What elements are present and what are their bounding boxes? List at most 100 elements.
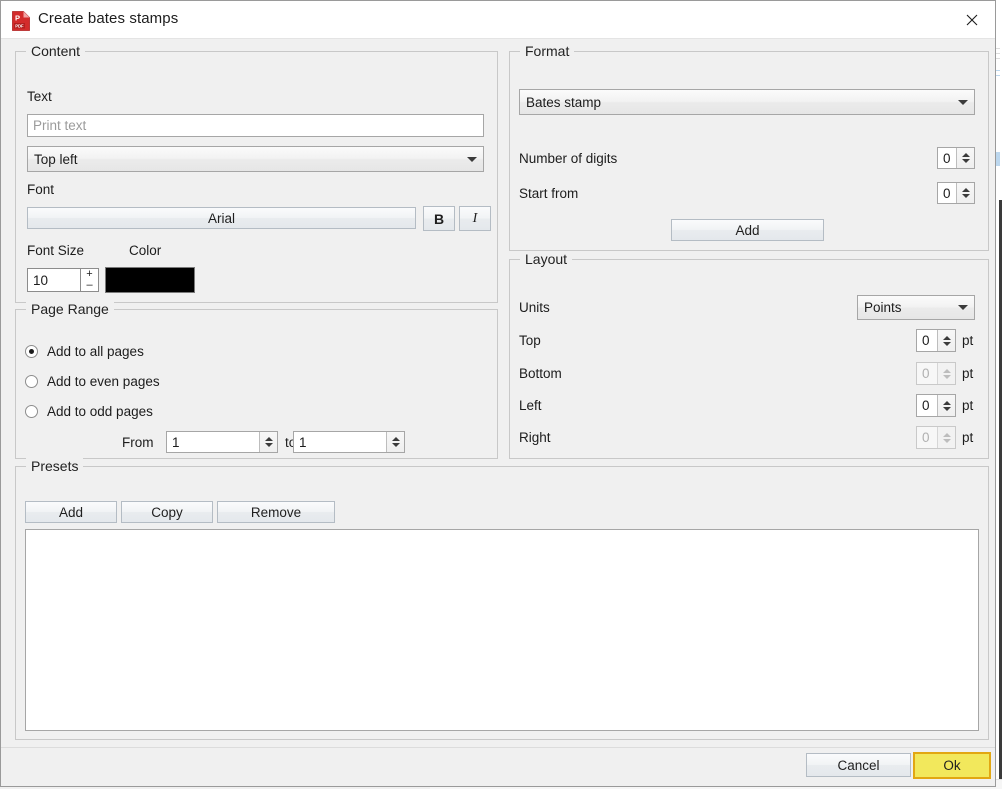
stepper-up-icon[interactable] (942, 400, 951, 405)
cancel-button[interactable]: Cancel (806, 753, 911, 777)
preset-copy-button[interactable]: Copy (121, 501, 213, 523)
number-of-digits-label: Number of digits (519, 151, 618, 166)
margin-left-unit: pt (962, 398, 974, 413)
margin-bottom-stepper[interactable]: 0 (916, 362, 956, 385)
font-size-stepper[interactable]: 10 + – (27, 268, 99, 292)
preset-remove-button-label: Remove (250, 504, 302, 520)
start-from-value: 0 (938, 183, 956, 203)
page-range-group: Page Range Add to all pages Add to even … (15, 301, 498, 459)
pdf-document-icon: P PDF (12, 11, 30, 31)
dialog-titlebar: P PDF Create bates stamps (1, 1, 995, 39)
color-label: Color (129, 243, 162, 258)
stamp-position-combo[interactable]: Top left (27, 146, 484, 172)
radio-add-to-odd-pages[interactable]: Add to odd pages (25, 404, 153, 419)
stepper-up-icon[interactable] (391, 437, 400, 441)
format-add-button[interactable]: Add (671, 219, 824, 241)
margin-bottom-stepper-buttons[interactable] (937, 363, 955, 384)
bold-button[interactable]: B (423, 206, 455, 231)
preset-add-button[interactable]: Add (25, 501, 117, 523)
stepper-up-icon[interactable] (961, 188, 970, 192)
margin-left-stepper-buttons[interactable] (937, 395, 955, 416)
margin-right-stepper-buttons[interactable] (937, 427, 955, 448)
stepper-down-icon[interactable] (942, 406, 951, 411)
stepper-down-icon[interactable] (391, 443, 400, 447)
stamp-position-value: Top left (34, 151, 78, 167)
number-of-digits-stepper-buttons[interactable] (956, 148, 974, 168)
margin-bottom-label: Bottom (519, 366, 562, 381)
stepper-down-icon[interactable] (942, 374, 951, 379)
margin-top-stepper-buttons[interactable] (937, 330, 955, 351)
stepper-down-icon[interactable] (942, 438, 951, 443)
content-group: Content Text Top left Font Arial B I Fon… (15, 43, 498, 303)
units-label: Units (519, 300, 550, 315)
font-label: Font (27, 182, 55, 197)
radio-label: Add to even pages (47, 374, 160, 389)
stepper-down-icon[interactable] (961, 159, 970, 163)
font-picker-value: Arial (207, 210, 235, 226)
svg-text:P: P (15, 14, 20, 23)
margin-right-value: 0 (917, 427, 937, 448)
number-of-digits-stepper[interactable]: 0 (937, 147, 975, 169)
margin-right-unit: pt (962, 430, 974, 445)
content-group-legend: Content (26, 43, 86, 59)
margin-left-value: 0 (917, 395, 937, 416)
stepper-up-icon[interactable] (942, 368, 951, 373)
page-to-stepper[interactable]: 1 (293, 431, 405, 453)
page-to-stepper-buttons[interactable] (386, 432, 404, 452)
page-from-stepper[interactable]: 1 (166, 431, 278, 453)
stepper-up-icon[interactable] (264, 437, 273, 441)
margin-left-label: Left (519, 398, 542, 413)
preset-remove-button[interactable]: Remove (217, 501, 335, 523)
from-label: From (122, 435, 154, 450)
stepper-down-icon[interactable] (961, 194, 970, 198)
margin-left-stepper[interactable]: 0 (916, 394, 956, 417)
chevron-down-icon (952, 99, 974, 105)
preset-add-button-label: Add (58, 504, 84, 520)
font-size-decrement-icon[interactable]: – (81, 280, 98, 291)
stepper-up-icon[interactable] (942, 432, 951, 437)
print-text-input[interactable] (27, 114, 484, 137)
close-icon[interactable] (949, 1, 995, 38)
radio-indicator (25, 405, 38, 418)
font-size-label: Font Size (27, 243, 85, 258)
radio-add-to-all-pages[interactable]: Add to all pages (25, 344, 144, 359)
ok-button[interactable]: Ok (913, 752, 991, 779)
units-combo[interactable]: Points (857, 295, 975, 320)
margin-top-label: Top (519, 333, 541, 348)
units-value: Points (864, 300, 902, 315)
number-of-digits-value: 0 (938, 148, 956, 168)
margin-bottom-unit: pt (962, 366, 974, 381)
page-to-value: 1 (294, 432, 386, 452)
stepper-down-icon[interactable] (264, 443, 273, 447)
radio-add-to-even-pages[interactable]: Add to even pages (25, 374, 160, 389)
ok-button-label: Ok (943, 758, 961, 773)
radio-indicator (25, 375, 38, 388)
italic-button-label: I (472, 210, 478, 226)
presets-list[interactable] (25, 529, 979, 731)
margin-right-stepper[interactable]: 0 (916, 426, 956, 449)
text-label: Text (27, 89, 52, 104)
stepper-down-icon[interactable] (942, 341, 951, 346)
font-picker-button[interactable]: Arial (27, 207, 416, 229)
start-from-stepper[interactable]: 0 (937, 182, 975, 204)
chevron-down-icon (952, 305, 974, 310)
stamp-format-combo[interactable]: Bates stamp (519, 89, 975, 115)
start-from-stepper-buttons[interactable] (956, 183, 974, 203)
stepper-up-icon[interactable] (942, 335, 951, 340)
presets-group: Presets Add Copy Remove (15, 458, 989, 740)
format-add-button-label: Add (735, 222, 760, 238)
margin-top-stepper[interactable]: 0 (916, 329, 956, 352)
radio-label: Add to odd pages (47, 404, 153, 419)
radio-label: Add to all pages (47, 344, 144, 359)
bold-button-label: B (433, 210, 445, 227)
stepper-up-icon[interactable] (961, 153, 970, 157)
format-group-legend: Format (520, 43, 575, 59)
margin-right-label: Right (519, 430, 551, 445)
screen: P PDF Create bates stamps Content Text T… (0, 0, 1002, 789)
color-swatch-button[interactable] (105, 267, 195, 293)
layout-group-legend: Layout (520, 251, 573, 267)
page-from-stepper-buttons[interactable] (259, 432, 277, 452)
italic-button[interactable]: I (459, 206, 491, 231)
font-size-stepper-buttons[interactable]: + – (80, 269, 98, 291)
chevron-down-icon (461, 156, 483, 162)
